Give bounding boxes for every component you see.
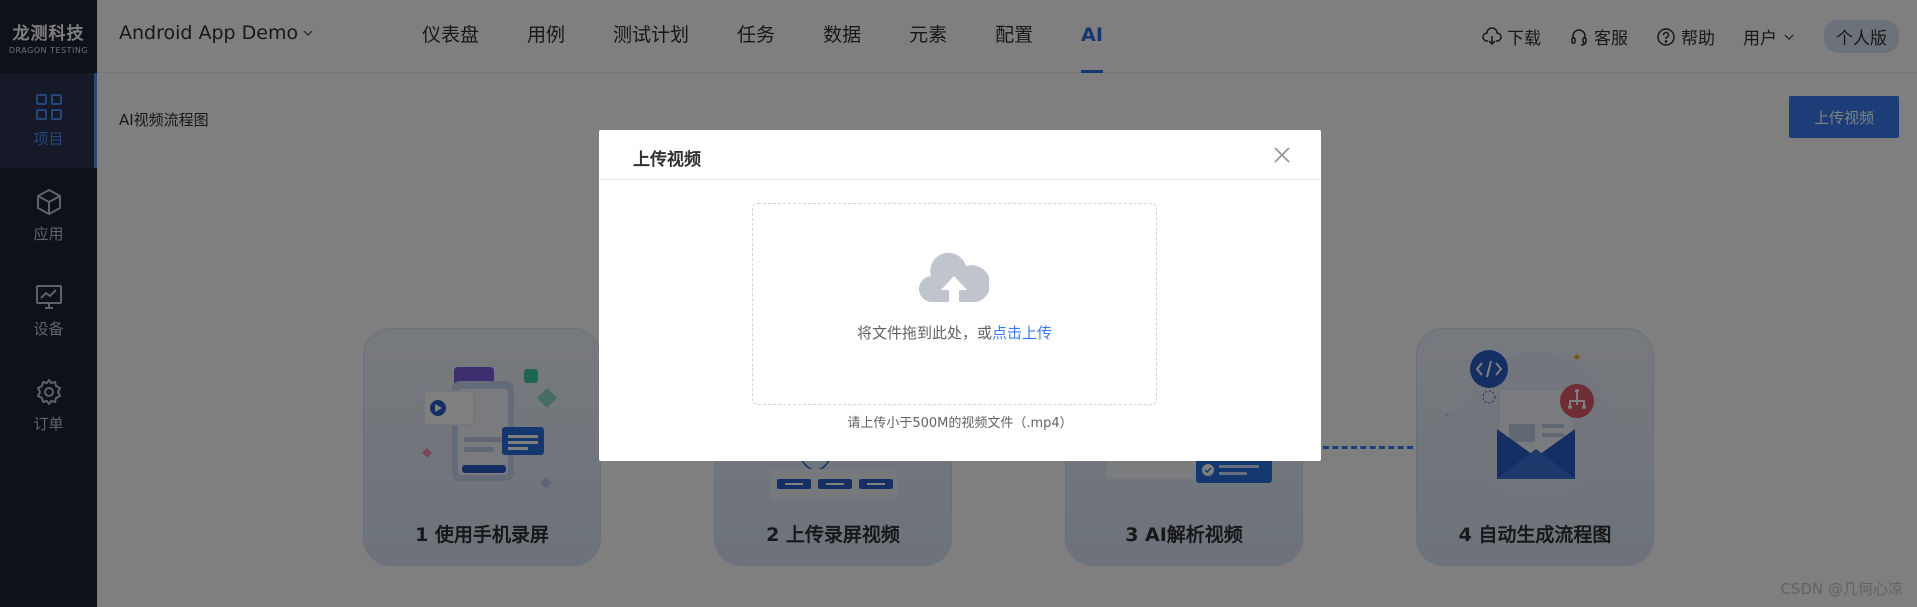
upload-tip: 请上传小于500M的视频文件（.mp4） xyxy=(847,416,1073,431)
modal-title: 上传视频 xyxy=(633,150,701,170)
upload-dropzone[interactable]: 将文件拖到此处，或点击上传 xyxy=(752,203,1157,405)
upload-video-modal: 上传视频 将文件拖到此处，或点击上传 请上传小于500M的视频文件（.mp4） xyxy=(599,130,1321,461)
close-icon[interactable] xyxy=(1273,146,1291,164)
drop-text: 将文件拖到此处，或 xyxy=(856,324,992,342)
cloud-upload-icon xyxy=(919,252,989,303)
drop-instructions: 将文件拖到此处，或点击上传 xyxy=(753,322,1156,343)
click-upload-link[interactable]: 点击上传 xyxy=(992,324,1052,342)
modal-header: 上传视频 xyxy=(599,130,1321,180)
watermark: CSDN @几何心凉 xyxy=(1780,580,1903,598)
